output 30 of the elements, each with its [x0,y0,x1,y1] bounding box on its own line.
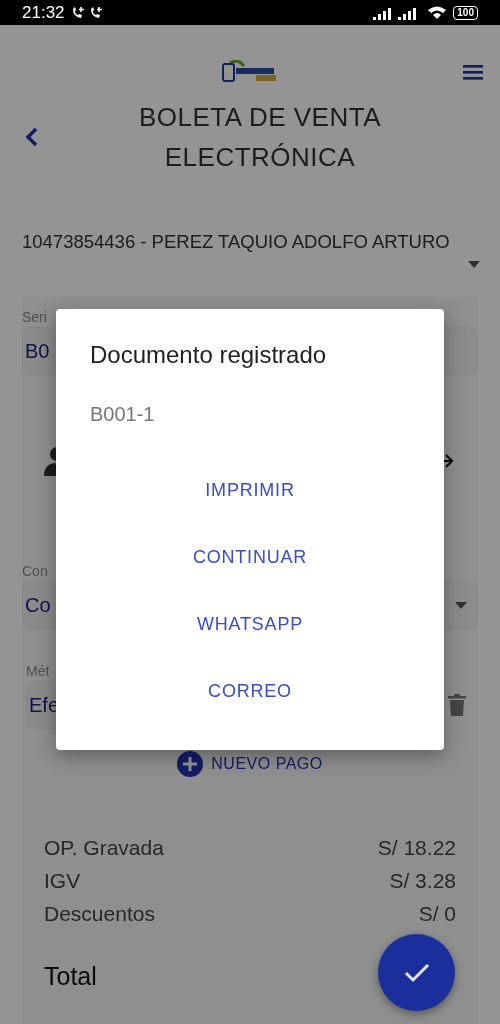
new-payment-button[interactable]: NUEVO PAGO [177,751,323,777]
dialog-title: Documento registrado [90,341,328,369]
check-icon [403,962,430,983]
battery-indicator: 100 [453,5,478,20]
dialog-action-button[interactable]: IMPRIMIR [191,468,309,512]
trash-icon[interactable] [448,694,466,716]
total-label: Descuentos [44,901,155,927]
total-label: Total [44,961,97,992]
total-value: S/ 18.22 [377,835,456,861]
logo-icon [222,60,278,84]
document-number: B001-1 [90,403,156,426]
call-icon [70,5,105,20]
back-icon[interactable] [24,126,40,148]
field-label: Mét [26,663,51,679]
total-label: IGV [44,868,81,894]
caret-icon [468,261,480,268]
customer-select[interactable]: 10473854436 - PEREZ TAQUIO ADOLFO ARTURO [22,231,480,273]
total-label: OP. Gravada [44,835,164,861]
dialog-action-button[interactable]: CONTINUAR [178,535,322,579]
menu-icon[interactable] [463,64,483,80]
dialog-action-button[interactable]: WHATSAPP [182,602,318,646]
page-title: BOLETA DE VENTA ELECTRÓNICA [137,101,382,174]
clock: 21:32 [22,2,65,23]
dialog-action-button[interactable]: CORREO [194,669,306,713]
wifi-icon [427,4,448,21]
caret-icon [455,601,467,609]
total-value: S/ 3.28 [389,868,456,894]
field-label: Con [22,563,49,579]
total-value: S/ 0 [418,901,456,927]
field-label: Seri [22,309,48,325]
